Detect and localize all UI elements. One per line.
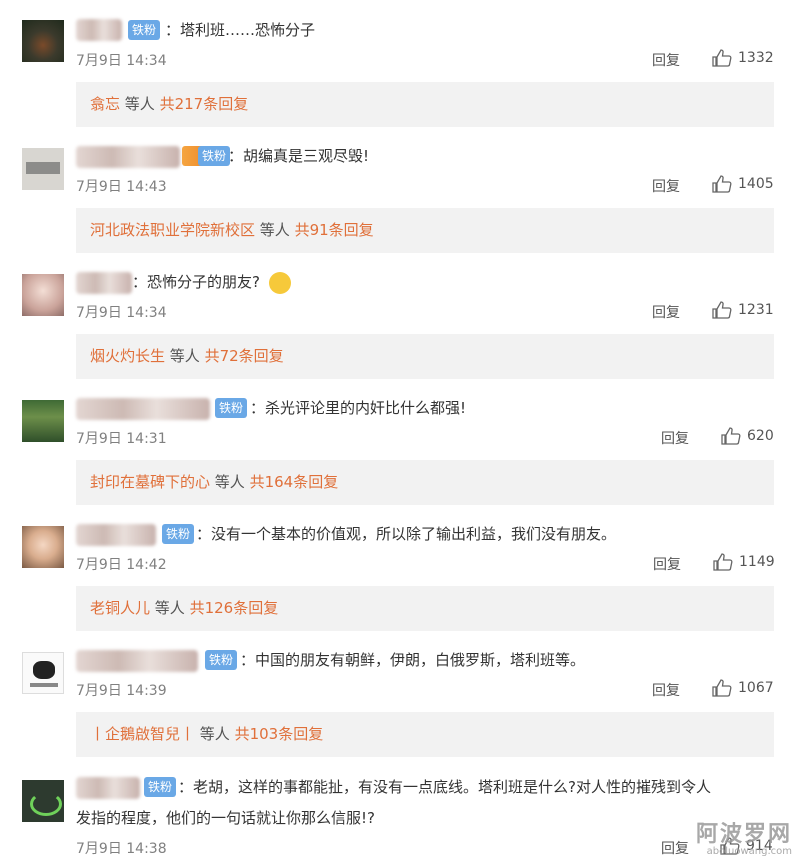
reply-mid-text: 等人 [199, 725, 230, 743]
like-count: 1067 [738, 680, 774, 696]
reply-count-link[interactable]: 共217条回复 [160, 95, 249, 113]
reply-user-link[interactable]: 封印在墓碑下的心 [90, 473, 210, 491]
avatar[interactable] [22, 780, 64, 822]
reply-button[interactable]: 回复 [653, 554, 681, 574]
username-blurred[interactable] [76, 272, 132, 294]
reply-count-link[interactable]: 共72条回复 [205, 347, 284, 365]
comment-text: ：杀光评论里的内奸比什么都强! [250, 399, 467, 417]
like-button[interactable]: 1067 [712, 679, 774, 697]
site-watermark: 阿波罗网 aboluowang.com [696, 816, 792, 857]
username-blurred[interactable] [76, 146, 180, 168]
reply-user-link[interactable]: 河北政法职业学院新校区 [90, 221, 255, 239]
reply-button[interactable]: 回复 [652, 50, 680, 70]
reply-user-link[interactable]: 翕忘 [90, 95, 120, 113]
comment-text: ：塔利班……恐怖分子 [165, 21, 316, 39]
username-blurred[interactable] [76, 19, 122, 41]
fan-badge: 铁粉 [198, 146, 231, 166]
reply-mid-text: 等人 [124, 95, 155, 113]
replies-summary[interactable]: 翕忘 等人 共217条回复 [76, 82, 774, 127]
comment-time: 7月9日 14:42 [76, 557, 167, 573]
username-blurred[interactable] [76, 398, 210, 420]
reply-mid-text: 等人 [259, 221, 290, 239]
comment-time: 7月9日 14:43 [76, 179, 167, 195]
like-count: 1332 [738, 50, 774, 66]
username-blurred[interactable] [76, 524, 156, 546]
username-blurred[interactable] [76, 777, 140, 799]
like-button[interactable]: 1405 [712, 175, 774, 193]
reply-count-link[interactable]: 共103条回复 [235, 725, 324, 743]
fan-badge: 铁粉 [128, 20, 161, 40]
replies-summary[interactable]: 丨企鵝啟智兒丨 等人 共103条回复 [76, 712, 774, 757]
avatar[interactable] [22, 148, 64, 190]
reply-user-link[interactable]: 丨企鵝啟智兒丨 [90, 725, 195, 743]
replies-summary[interactable]: 老铜人儿 等人 共126条回复 [76, 586, 774, 631]
watermark-domain: aboluowang.com [706, 846, 792, 857]
thumbs-up-icon [712, 301, 732, 319]
fan-badge: 铁粉 [205, 650, 238, 670]
thumbs-up-icon [712, 49, 732, 67]
avatar[interactable] [22, 20, 64, 62]
like-count: 1405 [738, 176, 774, 192]
comment-text: ：没有一个基本的价值观，所以除了输出利益，我们没有朋友。 [196, 525, 617, 543]
watermark-title: 阿波罗网 [695, 822, 792, 847]
reply-mid-text: 等人 [214, 473, 245, 491]
comment-text: ：胡编真是三观尽毁! [228, 147, 370, 165]
comment-text: ：恐怖分子的朋友? [132, 269, 291, 295]
reply-button[interactable]: 回复 [652, 680, 680, 700]
like-button[interactable]: 1332 [712, 49, 774, 67]
thumbs-up-icon [713, 553, 733, 571]
reply-mid-text: 等人 [169, 347, 200, 365]
grin-emoji-icon [268, 271, 291, 294]
like-button[interactable]: 620 [721, 427, 774, 445]
username-blurred[interactable] [76, 650, 198, 672]
avatar[interactable] [22, 526, 64, 568]
reply-button[interactable]: 回复 [661, 428, 689, 448]
reply-mid-text: 等人 [154, 599, 185, 617]
comment-time: 7月9日 14:39 [76, 683, 167, 699]
like-count: 1231 [738, 302, 774, 318]
avatar[interactable] [22, 400, 64, 442]
reply-user-link[interactable]: 老铜人儿 [90, 599, 150, 617]
thumbs-up-icon [712, 175, 732, 193]
reply-count-link[interactable]: 共164条回复 [250, 473, 339, 491]
fan-badge: 铁粉 [144, 777, 177, 797]
thumbs-up-icon [712, 679, 732, 697]
avatar[interactable] [22, 652, 64, 694]
thumbs-up-icon [721, 427, 741, 445]
reply-button[interactable]: 回复 [652, 302, 680, 322]
like-button[interactable]: 1149 [713, 553, 775, 571]
replies-summary[interactable]: 烟火灼长生 等人 共72条回复 [76, 334, 774, 379]
replies-summary[interactable]: 封印在墓碑下的心 等人 共164条回复 [76, 460, 774, 505]
comment-time: 7月9日 14:34 [76, 53, 167, 69]
fan-badge: 铁粉 [215, 398, 248, 418]
comment-text: ：老胡，这样的事都能扯，有没有一点底线。塔利班是什么?对人性的摧残到令人 [178, 778, 711, 796]
like-count: 1149 [739, 554, 775, 570]
comment-time: 7月9日 14:38 [76, 841, 167, 857]
reply-button[interactable]: 回复 [661, 838, 689, 858]
avatar[interactable] [22, 274, 64, 316]
replies-summary[interactable]: 河北政法职业学院新校区 等人 共91条回复 [76, 208, 774, 253]
comment-time: 7月9日 14:34 [76, 305, 167, 321]
like-button[interactable]: 1231 [712, 301, 774, 319]
comment-text: ：中国的朋友有朝鲜，伊朗，白俄罗斯，塔利班等。 [240, 651, 586, 669]
reply-count-link[interactable]: 共126条回复 [190, 599, 279, 617]
reply-button[interactable]: 回复 [652, 176, 680, 196]
fan-badge: 铁粉 [162, 524, 195, 544]
comment-time: 7月9日 14:31 [76, 431, 167, 447]
reply-count-link[interactable]: 共91条回复 [295, 221, 374, 239]
like-count: 620 [747, 428, 774, 444]
reply-user-link[interactable]: 烟火灼长生 [90, 347, 165, 365]
comment-text-line2: 发指的程度，他们的一句话就让你那么信服!? [76, 809, 375, 827]
